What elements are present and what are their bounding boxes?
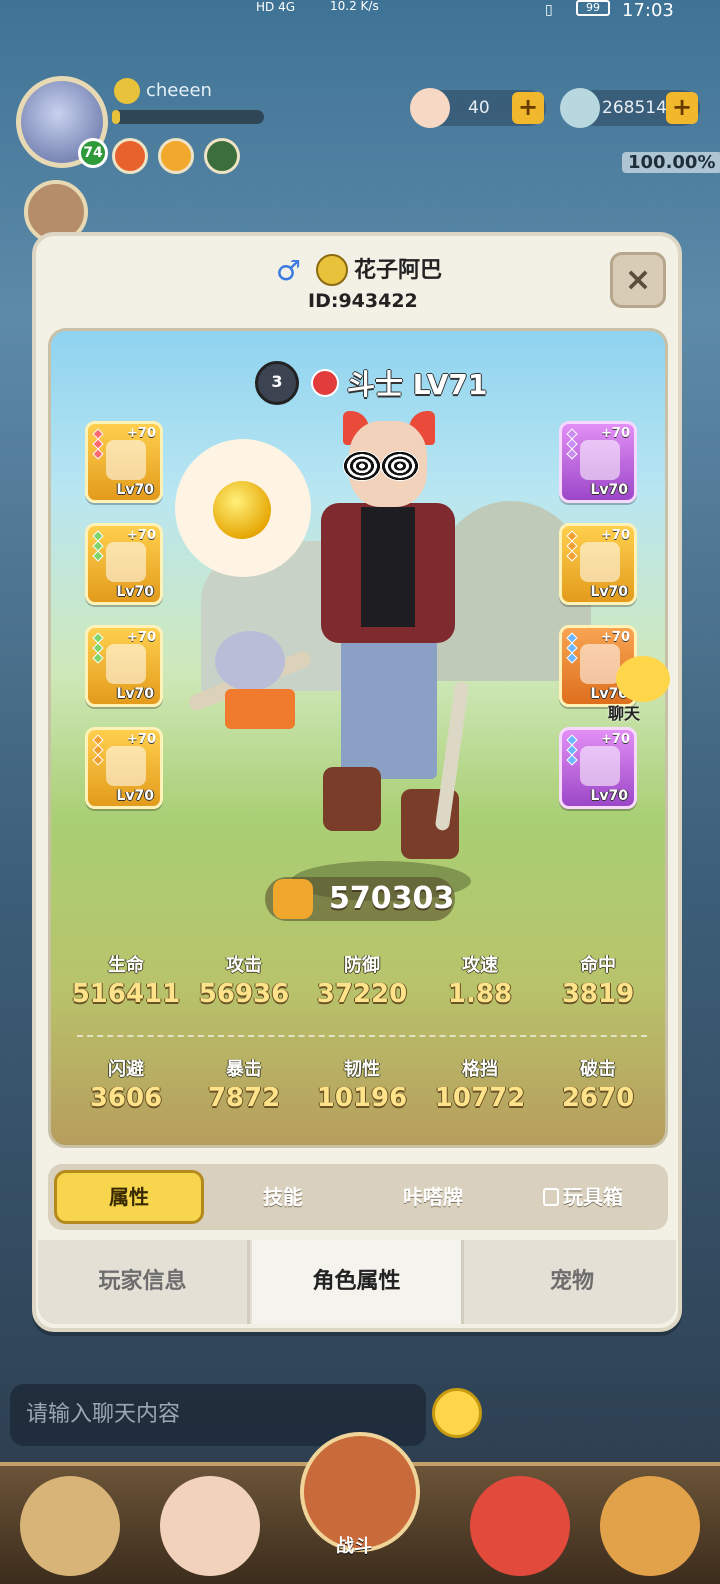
- nav-guild[interactable]: [600, 1476, 700, 1576]
- clock: 17:03: [622, 0, 674, 21]
- gem-icon: [410, 88, 450, 128]
- tab-player-info[interactable]: 玩家信息: [38, 1240, 250, 1324]
- class-level-label: 斗士 LV71: [347, 368, 488, 401]
- stat-attack: 攻击 56936: [198, 955, 290, 1009]
- ring-icon: [106, 746, 146, 786]
- equipment-slot-weapon[interactable]: +70 Lv70: [85, 421, 163, 503]
- stat-dodge: 闪避 3606: [89, 1059, 163, 1113]
- bracer-icon: [106, 644, 146, 684]
- network-indicator: HD 4G: [256, 0, 296, 14]
- currency-gem: 40 +: [410, 88, 546, 128]
- equipment-slot-offhand[interactable]: +70 Lv70: [85, 523, 163, 605]
- pet[interactable]: [185, 631, 314, 731]
- equipment-slot-necklace[interactable]: +70 Lv70: [559, 727, 637, 809]
- class-icon: [311, 369, 339, 397]
- vibrate-icon: ▯: [545, 2, 553, 18]
- tab-skills[interactable]: 技能: [208, 1170, 358, 1224]
- character-scene: 3 斗士 LV71 +70 Lv70 +70 Lv70 +70 Lv70 +70…: [48, 328, 668, 1148]
- tab-toybox[interactable]: 玩具箱: [508, 1170, 658, 1224]
- status-bar: HD 4G 10.2 K/s ▯ 99 17:03: [0, 0, 720, 24]
- nav-battle-label: 战斗: [336, 1536, 372, 1557]
- medal-icon[interactable]: [158, 138, 194, 174]
- hud-player-name: cheeen: [146, 80, 212, 101]
- player-name: 花子阿巴: [354, 258, 443, 283]
- bottom-nav: [0, 1432, 720, 1584]
- emoji-icon: [114, 78, 140, 104]
- stat-crit: 暴击 7872: [207, 1059, 281, 1113]
- muscle-icon: [273, 879, 313, 919]
- equipment-slot-ring[interactable]: +70 Lv70: [85, 727, 163, 809]
- armor-icon: [580, 644, 620, 684]
- chip-icon[interactable]: [112, 138, 148, 174]
- male-icon: ♂: [276, 254, 302, 287]
- player-profile-dialog: ♂ 花子阿巴 ID:943422 × 3 斗士 LV71 +70 Lv70 +7…: [32, 232, 682, 1332]
- close-button[interactable]: ×: [610, 252, 666, 308]
- tab-character-attributes[interactable]: 角色属性: [252, 1240, 464, 1324]
- nav-character-2[interactable]: [160, 1476, 260, 1576]
- combat-power-value: 570303: [329, 881, 455, 916]
- add-gem-button[interactable]: +: [512, 92, 544, 124]
- stat-hp: 生命 516411: [71, 955, 181, 1009]
- equipment-slot-weapon-2[interactable]: +70 Lv70: [559, 421, 637, 503]
- coin-icon: [560, 88, 600, 128]
- completion-percent: 100.00%: [622, 152, 720, 173]
- lock-icon: [543, 1188, 559, 1206]
- emoji-icon: [316, 254, 348, 286]
- sword-icon: [106, 440, 146, 480]
- player-level-badge: 74: [78, 138, 108, 168]
- nav-character-1[interactable]: [20, 1476, 120, 1576]
- stat-defense: 防御 37220: [316, 955, 408, 1009]
- equipment-slot-bracer[interactable]: +70 Lv70: [85, 625, 163, 707]
- stat-accuracy: 命中 3819: [561, 955, 635, 1009]
- network-speed: 10.2 K/s: [330, 0, 379, 13]
- divider: [77, 1035, 647, 1037]
- emoji-button[interactable]: [432, 1388, 482, 1438]
- tab-pets[interactable]: 宠物: [466, 1240, 678, 1324]
- stat-attack-speed: 攻速 1.88: [447, 955, 513, 1009]
- chat-label: 聊天: [608, 704, 641, 723]
- stat-block: 格挡 10772: [434, 1059, 526, 1113]
- fruit-icon: [213, 481, 271, 539]
- rank-icon: 3: [255, 361, 299, 405]
- chat-button[interactable]: [616, 656, 670, 702]
- tab-cards[interactable]: 咔嗒牌: [358, 1170, 508, 1224]
- tiger-mask-icon: [580, 542, 620, 582]
- dialog-header: ♂ 花子阿巴 ID:943422 ×: [36, 236, 678, 326]
- xp-bar: [112, 110, 264, 124]
- combat-power: 570303: [265, 877, 455, 921]
- main-tab-bar: 玩家信息 角色属性 宠物: [38, 1240, 676, 1324]
- pvp-icon[interactable]: [204, 138, 240, 174]
- player-character: [313, 411, 470, 871]
- sub-tab-bar: 属性 技能 咔嗒牌 玩具箱: [48, 1164, 668, 1230]
- stats-panel: 生命 516411 攻击 56936 防御 37220 攻速 1.88 命中 3…: [67, 951, 657, 1145]
- stat-toughness: 韧性 10196: [316, 1059, 408, 1113]
- stats-row-1: 生命 516411 攻击 56936 防御 37220 攻速 1.88 命中 3…: [67, 951, 657, 1041]
- currency-coin: 268514 +: [560, 88, 700, 128]
- add-coin-button[interactable]: +: [666, 92, 698, 124]
- battery-icon: 99: [576, 0, 610, 16]
- stat-armor-break: 破击 2670: [561, 1059, 635, 1113]
- necklace-icon: [580, 746, 620, 786]
- equipment-slot-mask[interactable]: +70 Lv70: [559, 523, 637, 605]
- horn-icon: [106, 542, 146, 582]
- player-id: ID:943422: [308, 290, 418, 312]
- tab-attributes[interactable]: 属性: [54, 1170, 204, 1224]
- nav-pet[interactable]: [470, 1476, 570, 1576]
- sword-icon: [580, 440, 620, 480]
- stats-row-2: 闪避 3606 暴击 7872 韧性 10196 格挡 10772 破击 267…: [67, 1055, 657, 1145]
